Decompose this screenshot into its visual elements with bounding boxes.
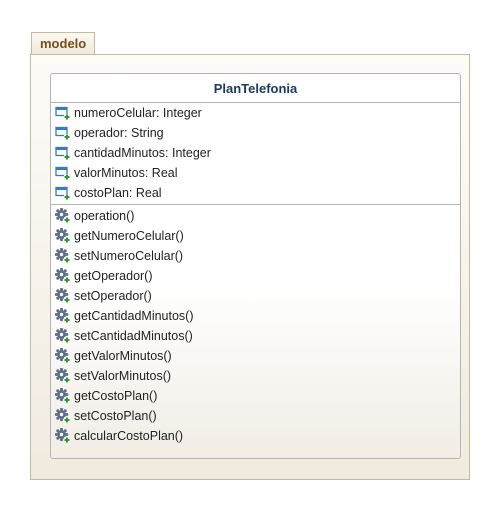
class-name: PlanTelefonia — [51, 74, 460, 103]
operation-label: setCostoPlan() — [74, 409, 157, 423]
operation-row[interactable]: setOperador() — [51, 286, 460, 306]
attribute-icon — [55, 185, 71, 201]
attributes-compartment: numeroCelular: Integer operador: String … — [51, 103, 460, 205]
attribute-row[interactable]: valorMinutos: Real — [51, 163, 460, 183]
operation-label: setValorMinutos() — [74, 369, 172, 383]
operation-row[interactable]: setCostoPlan() — [51, 406, 460, 426]
operation-row[interactable]: getCostoPlan() — [51, 386, 460, 406]
attribute-icon — [55, 105, 71, 121]
operation-label: getValorMinutos() — [74, 349, 172, 363]
package-name: modelo — [40, 36, 87, 51]
operation-row[interactable]: setNumeroCelular() — [51, 246, 460, 266]
attribute-row[interactable]: numeroCelular: Integer — [51, 103, 460, 123]
package-tab[interactable]: modelo — [31, 32, 95, 54]
operation-icon — [55, 268, 71, 284]
operation-row[interactable]: calcularCostoPlan() — [51, 426, 460, 446]
operation-label: getCantidadMinutos() — [74, 309, 194, 323]
operation-row[interactable]: getValorMinutos() — [51, 346, 460, 366]
operation-label: getCostoPlan() — [74, 389, 158, 403]
operation-icon — [55, 308, 71, 324]
operation-label: getOperador() — [74, 269, 153, 283]
operation-label: setCantidadMinutos() — [74, 329, 193, 343]
attribute-label: operador: String — [74, 126, 164, 140]
attribute-label: numeroCelular: Integer — [74, 106, 202, 120]
attribute-label: costoPlan: Real — [74, 186, 162, 200]
operation-icon — [55, 228, 71, 244]
operation-label: setNumeroCelular() — [74, 249, 184, 263]
operation-icon — [55, 388, 71, 404]
attribute-icon — [55, 145, 71, 161]
operation-icon — [55, 368, 71, 384]
operation-icon — [55, 288, 71, 304]
operation-icon — [55, 248, 71, 264]
attribute-icon — [55, 165, 71, 181]
attribute-label: valorMinutos: Real — [74, 166, 178, 180]
operation-label: getNumeroCelular() — [74, 229, 184, 243]
operation-row[interactable]: getOperador() — [51, 266, 460, 286]
operation-icon — [55, 348, 71, 364]
operation-icon — [55, 408, 71, 424]
operation-label: setOperador() — [74, 289, 152, 303]
operations-compartment: operation() getNumeroCelular() setNumero… — [51, 205, 460, 446]
uml-class-box[interactable]: PlanTelefonia numeroCelular: Integer ope… — [50, 73, 461, 459]
operation-row[interactable]: getCantidadMinutos() — [51, 306, 460, 326]
operation-row[interactable]: setCantidadMinutos() — [51, 326, 460, 346]
attribute-label: cantidadMinutos: Integer — [74, 146, 211, 160]
operation-icon — [55, 428, 71, 444]
operation-row[interactable]: getNumeroCelular() — [51, 226, 460, 246]
operation-icon — [55, 208, 71, 224]
attribute-row[interactable]: cantidadMinutos: Integer — [51, 143, 460, 163]
operation-label: calcularCostoPlan() — [74, 429, 184, 443]
attribute-icon — [55, 125, 71, 141]
operation-label: operation() — [74, 209, 135, 223]
operation-row[interactable]: setValorMinutos() — [51, 366, 460, 386]
attribute-row[interactable]: operador: String — [51, 123, 460, 143]
attribute-row[interactable]: costoPlan: Real — [51, 183, 460, 203]
operation-icon — [55, 328, 71, 344]
operation-row[interactable]: operation() — [51, 206, 460, 226]
